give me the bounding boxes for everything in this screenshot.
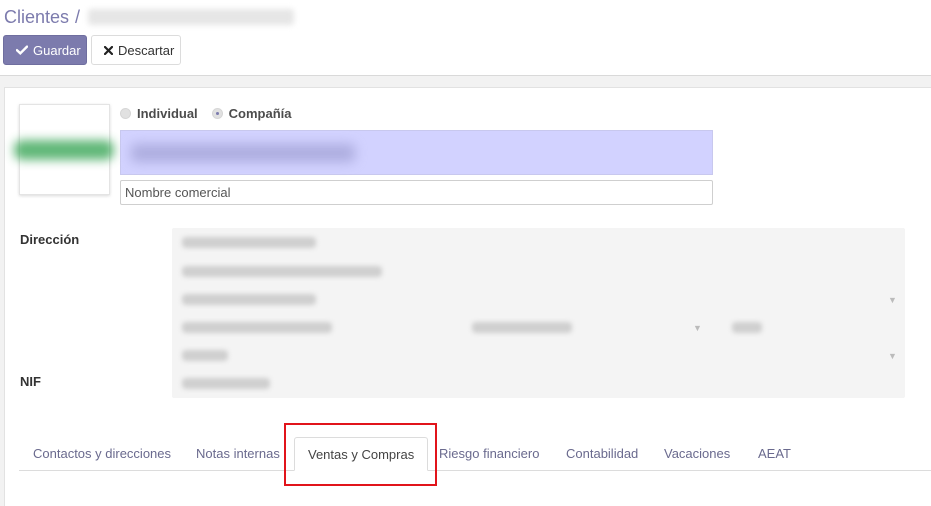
tab-riesgo-financiero[interactable]: Riesgo financiero: [439, 437, 539, 470]
tab-contabilidad[interactable]: Contabilidad: [566, 437, 638, 470]
radio-company[interactable]: Compañía: [211, 106, 292, 121]
breadcrumb-separator: /: [75, 6, 81, 27]
company-logo-redacted: [14, 140, 114, 160]
radio-company-label: Compañía: [228, 106, 292, 121]
country-field-redacted[interactable]: [182, 350, 228, 361]
tab-contactos-y-direcciones[interactable]: Contactos y direcciones: [33, 437, 171, 470]
state-field-redacted[interactable]: [472, 322, 572, 333]
company-name-value-redacted: [131, 144, 355, 162]
nif-label: NIF: [20, 374, 41, 389]
tab-vacaciones[interactable]: Vacaciones: [664, 437, 730, 470]
chevron-down-icon[interactable]: ▼: [888, 351, 897, 361]
close-icon: [104, 45, 113, 55]
discard-button[interactable]: Descartar: [91, 35, 181, 65]
partner-type-radio-group: Individual Compañía: [120, 106, 292, 121]
discard-button-label: Descartar: [118, 42, 175, 58]
check-icon: [16, 45, 28, 55]
street2-field-redacted[interactable]: [182, 266, 382, 277]
chevron-down-icon[interactable]: ▼: [693, 323, 702, 333]
nif-field-redacted[interactable]: [182, 378, 270, 389]
tab-aeat[interactable]: AEAT: [758, 437, 791, 470]
tab-ventas-y-compras[interactable]: Ventas y Compras: [294, 437, 429, 471]
radio-individual-label: Individual: [137, 106, 198, 121]
save-button-label: Guardar: [33, 42, 81, 58]
radio-individual[interactable]: Individual: [120, 106, 198, 121]
city-field-redacted[interactable]: [182, 294, 316, 305]
address-label: Dirección: [20, 232, 80, 247]
zip-field-redacted[interactable]: [732, 322, 762, 333]
breadcrumb: Clientes /: [4, 5, 295, 29]
trade-name-input[interactable]: [120, 180, 713, 205]
address-fields-redacted: ▼ ▼ ▼: [172, 228, 905, 398]
save-button[interactable]: Guardar: [3, 35, 87, 65]
tab-notas-internas[interactable]: Notas internas: [196, 437, 280, 470]
breadcrumb-current-record-redacted: [88, 9, 295, 25]
radio-individual-circle[interactable]: [120, 108, 131, 119]
street-field-redacted[interactable]: [182, 237, 316, 248]
postal-field-redacted[interactable]: [182, 322, 332, 333]
radio-company-circle[interactable]: [211, 108, 223, 119]
notebook-tabs: Contactos y direcciones Notas internas V…: [19, 437, 931, 471]
breadcrumb-clientes-link[interactable]: Clientes: [4, 7, 69, 28]
chevron-down-icon[interactable]: ▼: [888, 295, 897, 305]
company-name-input[interactable]: [120, 130, 713, 175]
